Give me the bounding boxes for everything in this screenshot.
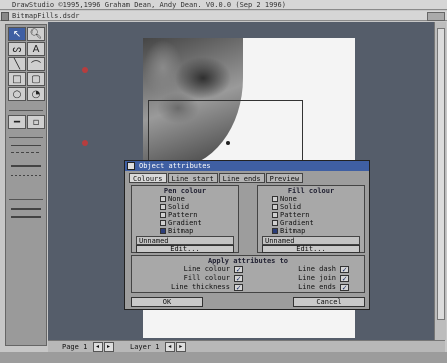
pen-edit-button[interactable]: Edit... xyxy=(136,245,234,253)
page-prev-icon[interactable]: ◂ xyxy=(92,342,103,352)
ok-button[interactable]: OK xyxy=(131,297,203,307)
bitmap-icon[interactable]: ▫ xyxy=(27,115,45,129)
line-width-medium-icon[interactable] xyxy=(11,165,41,167)
window-title-bar[interactable]: BitmapFills.dsdr xyxy=(0,11,447,21)
radio-selected-icon xyxy=(160,228,166,234)
curve-icon[interactable]: ⌒ xyxy=(27,57,45,72)
fill-option-bitmap[interactable]: Bitmap xyxy=(272,227,305,235)
fill-bitmap-name-field[interactable]: Unnamed xyxy=(262,236,360,245)
dialog-tabs: Colours Line start Line ends Preview xyxy=(129,173,304,183)
toolbox-divider xyxy=(9,110,43,111)
pen-colour-heading: Pen colour xyxy=(163,187,207,195)
toolbox-divider xyxy=(9,199,43,200)
layer-next-icon[interactable]: ▸ xyxy=(175,342,186,352)
fill-option-solid[interactable]: Solid xyxy=(272,203,301,211)
layer-label: Layer 1 xyxy=(130,343,160,351)
scrollbar-thumb[interactable] xyxy=(437,28,445,320)
pen-option-pattern[interactable]: Pattern xyxy=(160,211,198,219)
object-attributes-dialog: Object attributes Colours Line start Lin… xyxy=(124,160,370,310)
arrow-start-icon[interactable] xyxy=(11,208,41,210)
vertical-scrollbar[interactable] xyxy=(434,22,446,340)
radio-icon xyxy=(160,212,166,218)
page-next-icon[interactable]: ▸ xyxy=(103,342,114,352)
arc-icon[interactable]: ◔ xyxy=(27,87,45,101)
radio-icon xyxy=(160,204,166,210)
pen-option-gradient[interactable]: Gradient xyxy=(160,219,202,227)
apply-fill-colour[interactable]: Fill colour ✓ xyxy=(138,274,256,283)
fill-option-none[interactable]: None xyxy=(272,195,297,203)
freehand-icon[interactable]: ᔕ xyxy=(8,42,26,56)
checkbox-checked-icon: ✓ xyxy=(340,265,350,274)
fill-option-pattern[interactable]: Pattern xyxy=(272,211,310,219)
tab-line-start[interactable]: Line start xyxy=(167,173,218,183)
apply-attributes-heading: Apply attributes to xyxy=(207,257,289,265)
radio-icon xyxy=(272,212,278,218)
dialog-close-icon[interactable] xyxy=(127,162,135,170)
line-dot-icon[interactable] xyxy=(11,175,41,176)
window-close-icon[interactable] xyxy=(1,12,9,21)
cancel-button[interactable]: Cancel xyxy=(293,297,365,307)
fill-colour-heading: Fill colour xyxy=(287,187,335,195)
fill-edit-button[interactable]: Edit... xyxy=(262,245,360,253)
text-icon[interactable]: A xyxy=(27,42,45,56)
checkbox-checked-icon: ✓ xyxy=(234,265,244,274)
rounded-rect-icon[interactable]: ▢ xyxy=(27,72,45,86)
polygon-icon[interactable]: ━ xyxy=(8,115,26,129)
tab-preview[interactable]: Preview xyxy=(265,173,304,183)
zoom-icon[interactable]: 🔍︎ xyxy=(27,27,45,41)
pen-colour-group: Pen colour None Solid Pattern Gradient B… xyxy=(131,185,239,253)
guide-marker xyxy=(82,140,88,146)
object-handle[interactable] xyxy=(226,141,230,145)
radio-icon xyxy=(272,196,278,202)
screen: DrawStudio ©1995,1996 Graham Dean, Andy … xyxy=(0,0,447,363)
dialog-title: Object attributes xyxy=(139,162,211,170)
line-width-thin-icon[interactable] xyxy=(11,145,41,146)
window-title: BitmapFills.dsdr xyxy=(12,12,80,20)
apply-attributes-group: Apply attributes to Line colour ✓ Fill c… xyxy=(131,255,365,293)
window-depth-icon[interactable] xyxy=(427,12,445,21)
guide-marker xyxy=(82,67,88,73)
radio-icon xyxy=(272,220,278,226)
layer-prev-icon[interactable]: ◂ xyxy=(164,342,175,352)
toolbox-divider xyxy=(9,137,43,138)
ellipse-icon[interactable]: ○ xyxy=(8,87,26,101)
apply-line-dash[interactable]: Line dash ✓ xyxy=(260,265,364,274)
apply-line-join[interactable]: Line join ✓ xyxy=(260,274,364,283)
fill-colour-group: Fill colour None Solid Pattern Gradient … xyxy=(257,185,365,253)
apply-line-thickness[interactable]: Line thickness ✓ xyxy=(138,283,256,292)
checkbox-checked-icon: ✓ xyxy=(234,283,244,292)
pen-option-bitmap[interactable]: Bitmap xyxy=(160,227,193,235)
select-arrow-icon[interactable]: ↖ xyxy=(8,27,26,41)
tab-colours[interactable]: Colours xyxy=(129,173,167,183)
screen-title-bar[interactable]: DrawStudio ©1995,1996 Graham Dean, Andy … xyxy=(0,0,447,10)
line-icon[interactable]: ╲ xyxy=(8,57,26,71)
checkbox-checked-icon: ✓ xyxy=(340,274,350,283)
tab-line-ends[interactable]: Line ends xyxy=(218,173,265,183)
dialog-title-bar[interactable]: Object attributes xyxy=(125,161,369,171)
page-label: Page 1 xyxy=(62,343,88,351)
pen-option-solid[interactable]: Solid xyxy=(160,203,189,211)
arrow-end-icon[interactable] xyxy=(11,216,41,218)
fill-option-gradient[interactable]: Gradient xyxy=(272,219,314,227)
screen-bottom-edge xyxy=(0,352,447,363)
radio-icon xyxy=(160,220,166,226)
apply-line-ends[interactable]: Line ends ✓ xyxy=(260,283,364,292)
radio-selected-icon xyxy=(272,228,278,234)
toolbox: ↖ 🔍︎ ᔕ A ╲ ⌒ □ ▢ ○ ◔ ━ ▫ xyxy=(5,24,47,346)
screen-title: DrawStudio ©1995,1996 Graham Dean, Andy … xyxy=(12,1,286,9)
radio-icon xyxy=(272,204,278,210)
radio-icon xyxy=(160,196,166,202)
apply-line-colour[interactable]: Line colour ✓ xyxy=(138,265,256,274)
checkbox-checked-icon: ✓ xyxy=(234,274,244,283)
rectangle-icon[interactable]: □ xyxy=(8,72,26,86)
checkbox-checked-icon: ✓ xyxy=(340,283,350,292)
line-dash-icon[interactable] xyxy=(11,152,41,153)
pen-bitmap-name-field[interactable]: Unnamed xyxy=(136,236,234,245)
pen-option-none[interactable]: None xyxy=(160,195,185,203)
